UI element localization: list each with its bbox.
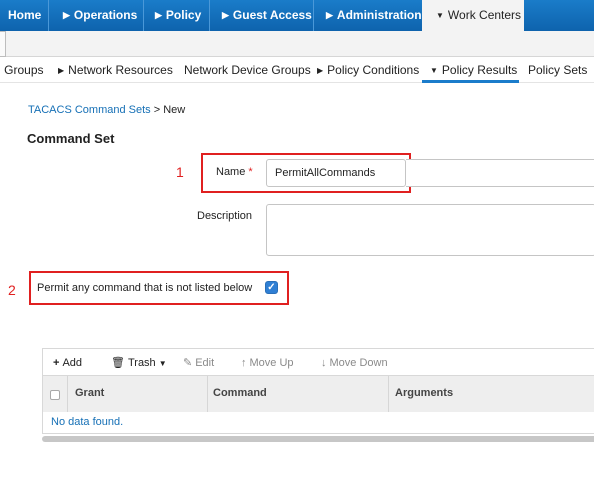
permit-any-command-label: Permit any command that is not listed be… (37, 282, 253, 294)
nav-separator (313, 0, 314, 31)
name-label: Name * (216, 166, 253, 178)
arrow-up-icon: ↑ (241, 357, 247, 369)
breadcrumb: TACACS Command Sets > New (28, 104, 185, 116)
subnav-network-device-groups-label: Network Device Groups (184, 63, 311, 77)
name-label-text: Name (216, 166, 246, 178)
name-input-value: PermitAllCommands (275, 167, 376, 179)
nav-guest-access-label: Guest Access (232, 8, 312, 22)
subnav-policy-sets-label: Policy Sets (528, 63, 588, 77)
move-up-button-label: Move Up (249, 357, 294, 369)
nav-policy-label: Policy (165, 8, 202, 22)
toolbar-tab-edge (0, 31, 6, 57)
caret-right-icon: ▶ (63, 10, 70, 20)
nav-home[interactable]: Home (8, 0, 41, 31)
arrow-down-icon: ↓ (321, 357, 327, 369)
no-data-message: No data found. (51, 416, 124, 428)
name-input-extension[interactable] (406, 159, 594, 187)
breadcrumb-current: New (163, 104, 186, 116)
subnav-network-resources[interactable]: ▶ Network Resources (58, 57, 173, 83)
subnav-groups[interactable]: ▶Groups (0, 57, 44, 83)
subnav-policy-sets[interactable]: Policy Sets (528, 57, 587, 83)
trash-button-label: Trash (127, 357, 156, 369)
column-header-grant[interactable]: Grant (75, 376, 104, 412)
subnav-network-resources-label: Network Resources (68, 63, 173, 77)
add-button[interactable]: + Add (53, 349, 82, 377)
edit-button-label: Edit (195, 357, 215, 369)
nav-work-centers[interactable]: ▼ Work Centers (422, 0, 524, 31)
subnav-network-device-groups[interactable]: Network Device Groups (184, 57, 311, 83)
subnav-policy-results-label: Policy Results (441, 63, 518, 77)
page-title: Command Set (27, 131, 115, 146)
move-down-button-label: Move Down (329, 357, 388, 369)
edit-button[interactable]: ✎ Edit (183, 349, 214, 377)
table-header: Grant Command Arguments (42, 375, 594, 413)
column-header-arguments[interactable]: Arguments (395, 376, 453, 412)
caret-right-icon: ▶ (58, 66, 65, 75)
caret-right-icon: ▶ (326, 10, 333, 20)
nav-home-label: Home (8, 8, 42, 22)
add-button-label: Add (62, 357, 83, 369)
column-header-command[interactable]: Command (213, 376, 267, 412)
description-textarea[interactable] (266, 204, 594, 256)
horizontal-scrollbar[interactable] (42, 436, 594, 442)
top-nav: Home ▶ Operations ▶ Policy ▶ Guest Access ▶… (0, 0, 594, 31)
column-divider (67, 376, 68, 412)
plus-icon: + (53, 357, 60, 369)
subnav-policy-conditions-label: Policy Conditions (327, 63, 420, 77)
description-label: Description (197, 210, 253, 222)
nav-policy[interactable]: ▶ Policy (155, 0, 201, 31)
caret-right-icon: ▶ (317, 66, 324, 75)
move-up-button[interactable]: ↑ Move Up (241, 349, 294, 377)
permit-any-command-checkbox[interactable]: ✓ (265, 281, 278, 294)
nav-guest-access[interactable]: ▶ Guest Access (222, 0, 312, 31)
column-divider (207, 376, 208, 412)
select-all-checkbox[interactable] (50, 390, 60, 400)
caret-down-icon: ▼ (436, 11, 444, 20)
nav-separator (143, 0, 144, 31)
nav-work-centers-label: Work Centers (447, 8, 522, 22)
trash-icon: 🗑 (111, 357, 125, 369)
breadcrumb-separator: > (153, 104, 161, 116)
callout-number-1: 1 (176, 164, 184, 180)
nav-administration-label: Administration (336, 8, 422, 22)
nav-operations-label: Operations (73, 8, 138, 22)
required-marker: * (248, 166, 253, 178)
move-down-button[interactable]: ↓ Move Down (321, 349, 388, 377)
table-empty-row: No data found. (42, 412, 594, 434)
breadcrumb-command-sets-link[interactable]: TACACS Command Sets (28, 104, 151, 116)
callout-number-2: 2 (8, 282, 16, 298)
column-divider (388, 376, 389, 412)
sub-nav: ▶Groups ▶Network Resources Network Devic… (0, 57, 594, 83)
checkmark-icon: ✓ (267, 282, 276, 293)
table-toolbar: + Add 🗑 Trash ▼ ✎ Edit ↑ Move Up ↓ Move Down (42, 348, 594, 376)
nav-separator (48, 0, 49, 31)
nav-administration[interactable]: ▶ Administration (326, 0, 422, 31)
secondary-toolbar (0, 31, 594, 57)
caret-down-icon: ▼ (430, 66, 438, 75)
trash-button[interactable]: 🗑 Trash ▼ (111, 349, 167, 377)
edit-icon: ✎ (183, 357, 193, 369)
active-tab-indicator (422, 80, 519, 83)
caret-right-icon: ▶ (222, 10, 229, 20)
nav-separator (209, 0, 210, 31)
subnav-groups-label: Groups (4, 63, 44, 77)
subnav-policy-conditions[interactable]: ▶ Policy Conditions (317, 57, 419, 83)
name-input[interactable]: PermitAllCommands (266, 159, 406, 187)
caret-down-icon: ▼ (158, 359, 167, 368)
caret-right-icon: ▶ (155, 10, 162, 20)
nav-operations[interactable]: ▶ Operations (63, 0, 137, 31)
